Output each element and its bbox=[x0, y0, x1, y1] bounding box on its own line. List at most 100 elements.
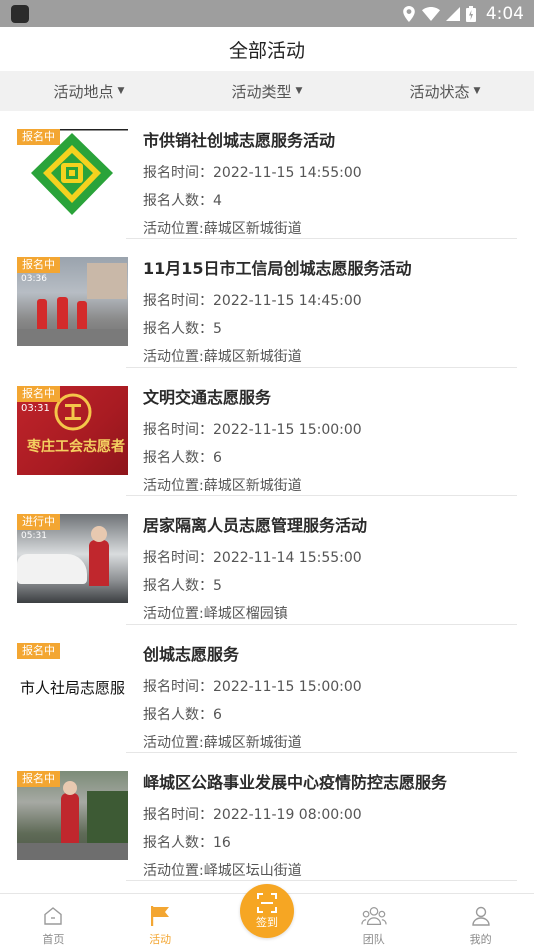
activity-info: 峄城区公路事业发展中心疫情防控志愿服务 报名时间：2022-11-19 08:0… bbox=[143, 769, 518, 885]
title-bar: 全部活动 bbox=[0, 27, 534, 71]
signup-time-label: 报名时间： bbox=[143, 421, 213, 438]
location-label: 活动位置: bbox=[143, 734, 204, 751]
location-label: 活动位置: bbox=[143, 221, 204, 237]
activity-thumbnail: 报名中 bbox=[17, 770, 128, 860]
tab-activity[interactable]: 活动 bbox=[107, 894, 214, 950]
signup-count-row: 报名人数：5 bbox=[143, 315, 518, 343]
thumbnail-text: 市人社局志愿服 bbox=[19, 678, 125, 697]
photo-timestamp: 05:31 bbox=[21, 531, 47, 542]
signup-time-row: 报名时间：2022-11-14 15:55:00 bbox=[143, 544, 518, 572]
signup-time-row: 报名时间：2022-11-15 15:00:00 bbox=[143, 673, 518, 701]
signup-count-label: 报名人数： bbox=[143, 706, 213, 723]
status-bar: 4:04 bbox=[0, 0, 534, 27]
signup-count-row: 报名人数：4 bbox=[143, 187, 518, 215]
page-title: 全部活动 bbox=[228, 39, 305, 62]
signup-time-label: 报名时间： bbox=[143, 550, 213, 567]
divider bbox=[126, 880, 517, 882]
filter-status-dropdown[interactable]: 活动状态 ▼ bbox=[356, 81, 534, 102]
signup-count-value: 4 bbox=[213, 193, 222, 209]
activity-list-item[interactable]: 报名中 03:31 枣庄工会志愿者 文明交通志愿服务 报名时间：2022-11-… bbox=[0, 368, 534, 497]
filter-bar: 活动地点 ▼ 活动类型 ▼ 活动状态 ▼ bbox=[0, 71, 534, 111]
scan-icon bbox=[257, 893, 277, 913]
activity-title: 11月15日市工信局创城志愿服务活动 bbox=[143, 259, 412, 279]
signup-count-value: 5 bbox=[213, 321, 222, 338]
location-value: 薛城区新城街道 bbox=[203, 734, 302, 751]
activity-thumbnail: 进行中 05:31 bbox=[17, 514, 128, 604]
team-icon bbox=[361, 903, 387, 929]
tab-team[interactable]: 团队 bbox=[320, 894, 427, 950]
signup-count-label: 报名人数： bbox=[143, 449, 213, 466]
activity-info: 居家隔离人员志愿管理服务活动 报名时间：2022-11-14 15:55:00 … bbox=[143, 512, 518, 628]
status-badge: 报名中 bbox=[17, 257, 60, 274]
location-value: 峄城区榴园镇 bbox=[203, 606, 288, 623]
signup-time-value: 2022-11-15 14:55:00 bbox=[213, 165, 362, 181]
activity-list-item[interactable]: 报名中 峄城区公路事业发展中心疫情防控志愿服务 报名时间：2022-11-19 … bbox=[0, 753, 534, 882]
battery-icon bbox=[465, 5, 476, 22]
activity-list-item[interactable]: 报名中 市人社局志愿服 创城志愿服务 报名时间：2022-11-15 15:00… bbox=[0, 625, 534, 753]
signup-time-value: 2022-11-14 15:55:00 bbox=[213, 550, 362, 567]
signin-label: 签到 bbox=[256, 916, 278, 929]
signup-count-row: 报名人数：6 bbox=[143, 701, 518, 729]
filter-location-dropdown[interactable]: 活动地点 ▼ bbox=[0, 81, 178, 102]
location-value: 峄城区坛山街道 bbox=[203, 862, 302, 879]
photo-timestamp: 03:36 bbox=[21, 274, 47, 285]
car bbox=[17, 554, 87, 585]
status-badge: 进行中 bbox=[17, 514, 60, 531]
location-label: 活动位置: bbox=[143, 862, 204, 879]
tab-label: 我的 bbox=[469, 933, 492, 946]
tab-home[interactable]: 首页 bbox=[0, 894, 107, 950]
activity-info: 创城志愿服务 报名时间：2022-11-15 15:00:00 报名人数：6 活… bbox=[143, 641, 518, 757]
tab-label: 活动 bbox=[149, 933, 172, 946]
activity-list-item[interactable]: 进行中 05:31 居家隔离人员志愿管理服务活动 报名时间：2022-11-14… bbox=[0, 496, 534, 625]
signup-count-value: 6 bbox=[213, 706, 222, 723]
signin-button[interactable]: 签到 bbox=[240, 884, 294, 938]
volunteer-head bbox=[63, 780, 77, 795]
activity-title: 峄城区公路事业发展中心疫情防控志愿服务 bbox=[143, 772, 448, 792]
status-icons: 4:04 bbox=[402, 0, 524, 27]
volunteer-figure bbox=[89, 540, 109, 587]
signal-icon bbox=[445, 6, 460, 21]
activity-list-item[interactable]: 报名中 市供销社创城志愿服务活动 报名时间：2022-11-15 14:55:0… bbox=[0, 111, 534, 240]
location-label: 活动位置: bbox=[143, 477, 204, 494]
activity-list-item[interactable]: 报名中 03:36 11月15日市工信局创城志愿服务活动 报名时间：2022-1… bbox=[0, 239, 534, 368]
caret-down-icon: ▼ bbox=[473, 86, 481, 96]
signup-count-value: 6 bbox=[213, 449, 222, 466]
filter-label: 活动地点 bbox=[53, 82, 114, 101]
status-badge: 报名中 bbox=[17, 642, 60, 659]
location-label: 活动位置: bbox=[143, 349, 204, 366]
filter-type-dropdown[interactable]: 活动类型 ▼ bbox=[178, 81, 356, 102]
location-value: 薛城区新城街道 bbox=[203, 349, 302, 366]
tab-mine[interactable]: 我的 bbox=[427, 894, 534, 950]
activity-title: 文明交通志愿服务 bbox=[143, 387, 272, 407]
wifi-icon bbox=[421, 6, 440, 21]
signup-count-row: 报名人数：16 bbox=[143, 829, 518, 857]
ground bbox=[17, 842, 128, 860]
activity-info: 文明交通志愿服务 报名时间：2022-11-15 15:00:00 报名人数：6… bbox=[143, 384, 518, 500]
location-value: 薛城区新城街道 bbox=[203, 221, 302, 237]
activity-title: 市供销社创城志愿服务活动 bbox=[143, 131, 336, 150]
signup-time-label: 报名时间： bbox=[143, 293, 213, 310]
signup-count-label: 报名人数： bbox=[143, 834, 213, 851]
signup-count-label: 报名人数： bbox=[143, 578, 213, 595]
status-badge: 报名中 bbox=[17, 385, 60, 402]
person-icon bbox=[468, 903, 494, 929]
signup-time-value: 2022-11-15 14:45:00 bbox=[213, 293, 362, 310]
location-icon bbox=[403, 5, 415, 22]
signup-count-label: 报名人数： bbox=[143, 193, 213, 209]
location-value: 薛城区新城街道 bbox=[203, 477, 302, 494]
caret-down-icon: ▼ bbox=[295, 86, 303, 96]
volunteer-figure bbox=[37, 299, 47, 330]
tent bbox=[87, 790, 128, 851]
activity-list: 报名中 市供销社创城志愿服务活动 报名时间： 2022-11-15 14:55:0… bbox=[0, 111, 534, 893]
signup-count-value: 16 bbox=[213, 834, 231, 851]
activity-title: 创城志愿服务 bbox=[143, 644, 240, 664]
banner-text: 枣庄工会志愿者 bbox=[27, 438, 125, 455]
signup-time-label: 报名时间： bbox=[143, 806, 213, 823]
activity-info: 11月15日市工信局创城志愿服务活动 报名时间：2022-11-15 14:45… bbox=[143, 255, 518, 371]
volunteer-figure bbox=[57, 297, 68, 330]
signup-time-value: 2022-11-19 08:00:00 bbox=[213, 806, 362, 823]
signup-count-label: 报名人数： bbox=[143, 321, 213, 338]
signup-count-row: 报名人数：5 bbox=[143, 572, 518, 600]
status-badge: 报名中 bbox=[17, 770, 60, 787]
activity-thumbnail: 报名中 03:36 bbox=[17, 257, 128, 347]
